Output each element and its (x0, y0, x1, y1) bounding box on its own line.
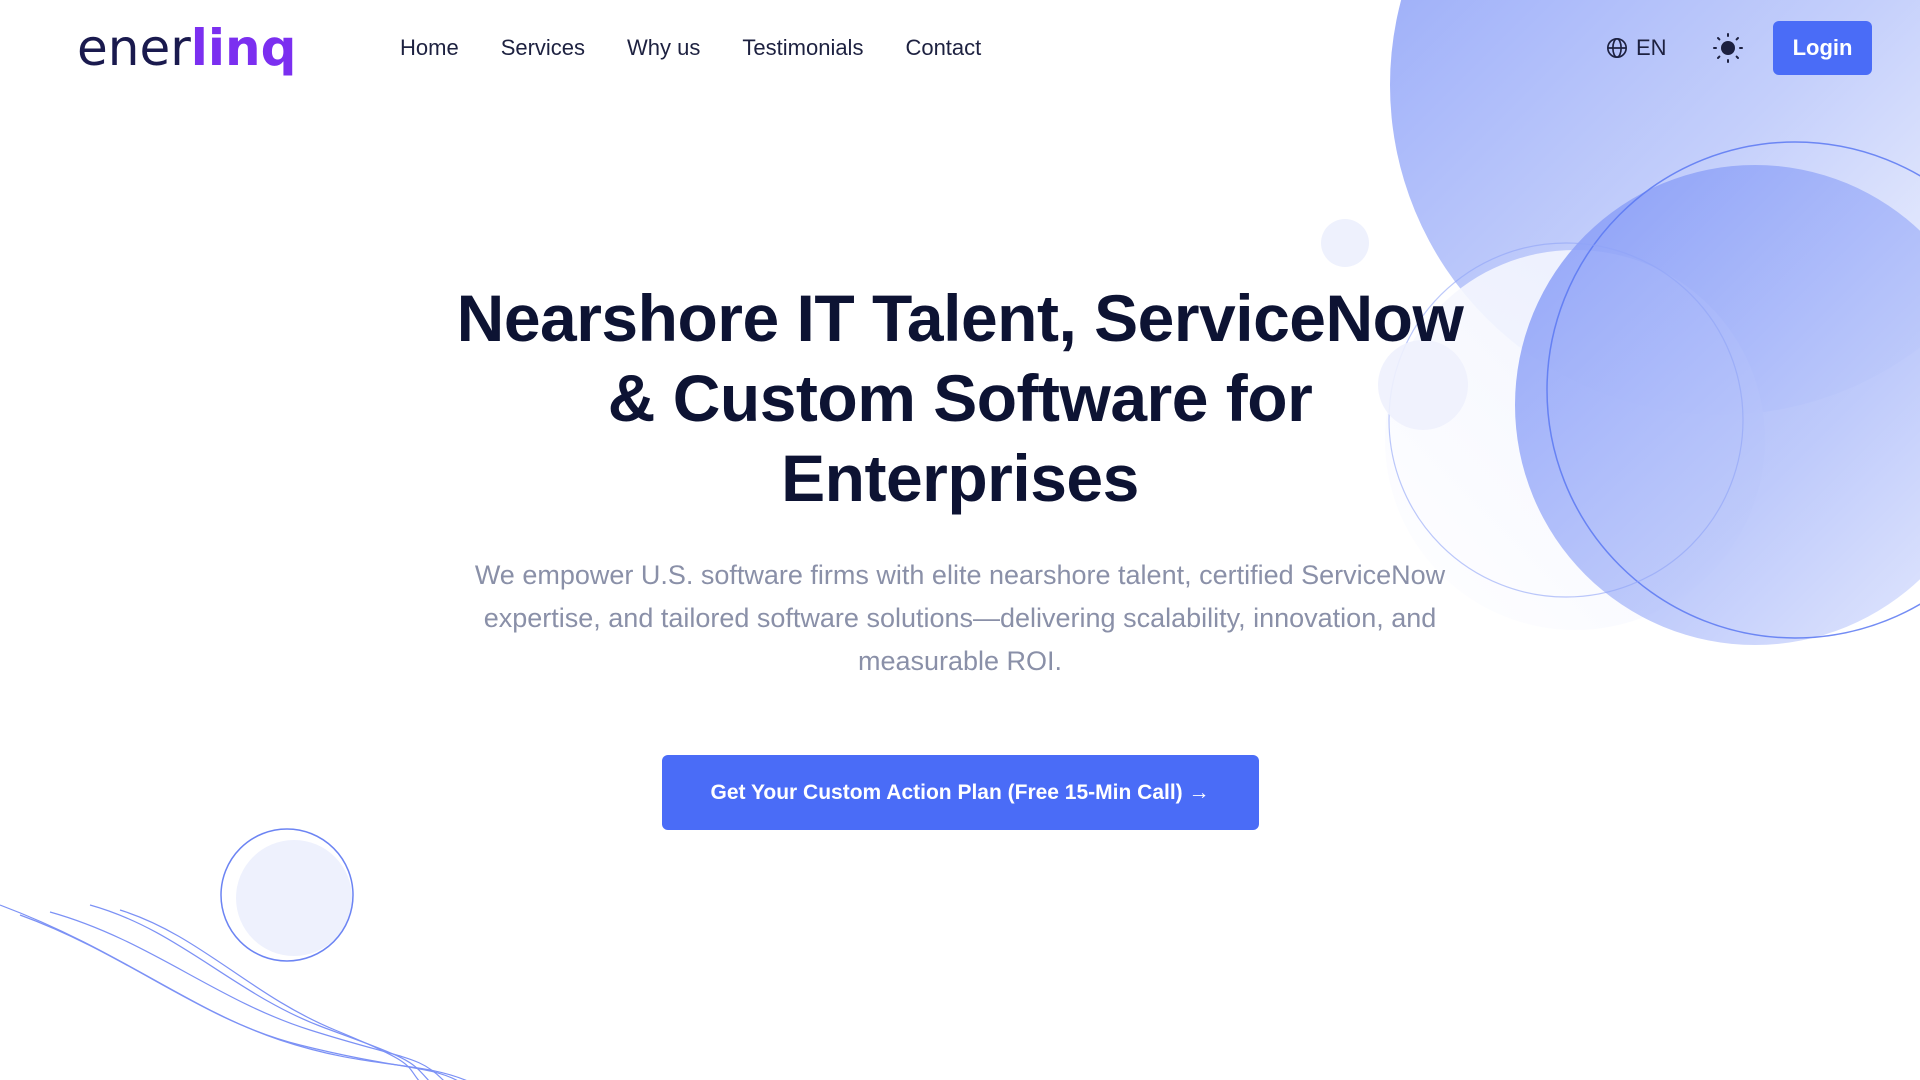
main-nav: Home Services Why us Testimonials Contac… (400, 34, 981, 62)
logo-text-part2: linq (190, 19, 297, 77)
landing-page: enerlinq Home Services Why us Testimonia… (0, 0, 1920, 1080)
decor-bubble-3 (236, 840, 352, 956)
hero-section: Nearshore IT Talent, ServiceNow & Custom… (410, 278, 1510, 830)
language-label: EN (1636, 35, 1667, 60)
nav-item-services[interactable]: Services (501, 34, 585, 62)
decor-circle-medium (1515, 165, 1920, 645)
nav-item-testimonials[interactable]: Testimonials (742, 34, 863, 62)
globe-icon (1606, 37, 1628, 59)
decor-ring-4 (220, 828, 354, 962)
brand-logo[interactable]: enerlinq (77, 18, 296, 78)
logo-text-part1: ener (77, 19, 191, 77)
decor-wave-lines (0, 904, 467, 1080)
decor-bubble-1 (1321, 219, 1369, 267)
sun-icon (1712, 33, 1744, 68)
hero-subtitle: We empower U.S. software firms with elit… (474, 560, 1446, 676)
site-header: enerlinq Home Services Why us Testimonia… (0, 0, 1920, 96)
language-selector[interactable]: EN (1606, 34, 1667, 62)
cta-action-plan-button[interactable]: Get Your Custom Action Plan (Free 15-Min… (661, 755, 1259, 830)
hero-title: Nearshore IT Talent, ServiceNow & Custom… (410, 278, 1510, 518)
nav-item-home[interactable]: Home (400, 34, 459, 62)
hero-title-line-1: Nearshore IT Talent, ServiceNow (456, 281, 1464, 355)
theme-toggle-button[interactable] (1712, 32, 1744, 64)
nav-item-contact[interactable]: Contact (905, 34, 981, 62)
login-button[interactable]: Login (1773, 21, 1872, 75)
decor-ring-1 (1546, 141, 1920, 639)
hero-title-line-2: & Custom Software for (607, 361, 1313, 435)
nav-item-why-us[interactable]: Why us (627, 34, 700, 62)
hero-title-line-3: Enterprises (781, 441, 1139, 515)
